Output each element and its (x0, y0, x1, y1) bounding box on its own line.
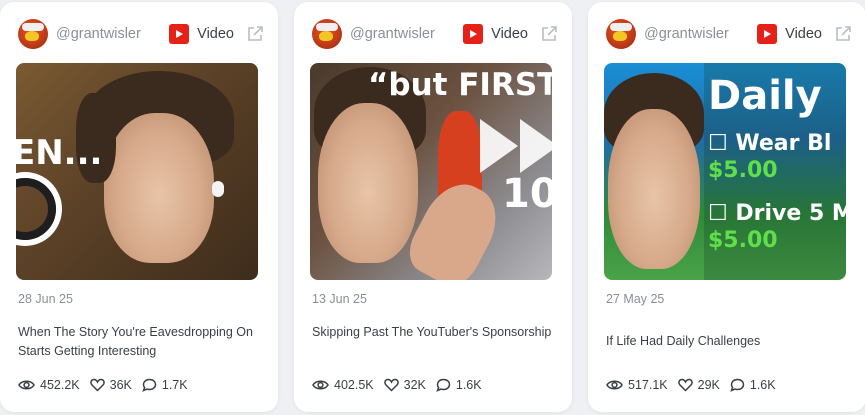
publish-date: 13 Jun 25 (312, 292, 367, 306)
avatar[interactable] (606, 19, 636, 49)
views-count: 402.5K (334, 378, 374, 392)
comment-icon (436, 378, 451, 392)
likes-stat: 32K (383, 378, 426, 392)
eye-icon (606, 380, 623, 390)
publish-date: 27 May 25 (606, 292, 665, 306)
comments-count: 1.6K (749, 378, 776, 392)
external-link-icon[interactable] (834, 25, 852, 43)
likes-count: 32K (403, 378, 426, 392)
challenge-reward: $5.00 (708, 228, 778, 253)
heart-icon (677, 378, 693, 392)
channel-handle[interactable]: @grantwisler (350, 26, 463, 42)
external-link-icon[interactable] (246, 25, 264, 43)
youtube-icon (169, 24, 190, 44)
channel-handle[interactable]: @grantwisler (644, 26, 757, 42)
likes-stat: 29K (677, 378, 720, 392)
thumbnail-number: 10 (502, 171, 552, 217)
video-card[interactable]: @grantwisler Video Daily ☐ Wear Bl $5.00… (588, 2, 865, 412)
external-link-icon[interactable] (540, 25, 558, 43)
youtube-icon (757, 24, 778, 44)
video-title[interactable]: If Life Had Daily Challenges (606, 332, 848, 351)
eye-icon (312, 380, 329, 390)
views-count: 452.2K (40, 378, 80, 392)
content-type-label: Video (785, 26, 822, 42)
challenge-item: ☐ Drive 5 M (708, 201, 846, 226)
thumbnail-caption: EN... (16, 133, 103, 173)
comments-stat: 1.6K (730, 378, 776, 392)
comments-count: 1.7K (161, 378, 188, 392)
content-type-label: Video (197, 26, 234, 42)
stats-row: 402.5K 32K 1.6K (312, 378, 492, 392)
avatar[interactable] (312, 19, 342, 49)
fast-forward-icon (480, 119, 552, 173)
video-thumbnail[interactable]: EN... (16, 63, 258, 280)
video-title[interactable]: Skipping Past The YouTuber's Sponsorship (312, 323, 554, 342)
youtube-icon (463, 24, 484, 44)
likes-count: 36K (109, 378, 132, 392)
content-type-label: Video (491, 26, 528, 42)
speaker-graphic (16, 178, 56, 240)
thumbnail-caption: “but FIRST (368, 67, 552, 103)
challenge-item: ☐ Wear Bl (708, 131, 832, 156)
challenge-reward: $5.00 (708, 158, 778, 183)
card-header: @grantwisler Video (606, 19, 852, 49)
comments-stat: 1.7K (142, 378, 188, 392)
comments-stat: 1.6K (436, 378, 482, 392)
eye-icon (18, 380, 35, 390)
video-card[interactable]: @grantwisler Video “but FIRST 10 13 Jun … (294, 2, 572, 412)
video-title[interactable]: When The Story You're Eavesdropping On S… (18, 323, 260, 361)
thumbnail-heading: Daily (708, 73, 822, 119)
card-header: @grantwisler Video (312, 19, 558, 49)
video-card[interactable]: @grantwisler Video EN... 28 Jun 25 When … (0, 2, 278, 412)
avatar[interactable] (18, 19, 48, 49)
heart-icon (89, 378, 105, 392)
heart-icon (383, 378, 399, 392)
likes-stat: 36K (89, 378, 132, 392)
likes-count: 29K (697, 378, 720, 392)
views-count: 517.1K (628, 378, 668, 392)
video-thumbnail[interactable]: “but FIRST 10 (310, 63, 552, 280)
views-stat: 452.2K (18, 378, 80, 392)
comment-icon (730, 378, 745, 392)
card-header: @grantwisler Video (18, 19, 264, 49)
views-stat: 402.5K (312, 378, 374, 392)
stats-row: 517.1K 29K 1.6K (606, 378, 786, 392)
publish-date: 28 Jun 25 (18, 292, 73, 306)
video-thumbnail[interactable]: Daily ☐ Wear Bl $5.00 ☐ Drive 5 M $5.00 (604, 63, 846, 280)
channel-handle[interactable]: @grantwisler (56, 26, 169, 42)
comment-icon (142, 378, 157, 392)
comments-count: 1.6K (455, 378, 482, 392)
earbud-graphic (212, 181, 224, 197)
stats-row: 452.2K 36K 1.7K (18, 378, 198, 392)
views-stat: 517.1K (606, 378, 668, 392)
